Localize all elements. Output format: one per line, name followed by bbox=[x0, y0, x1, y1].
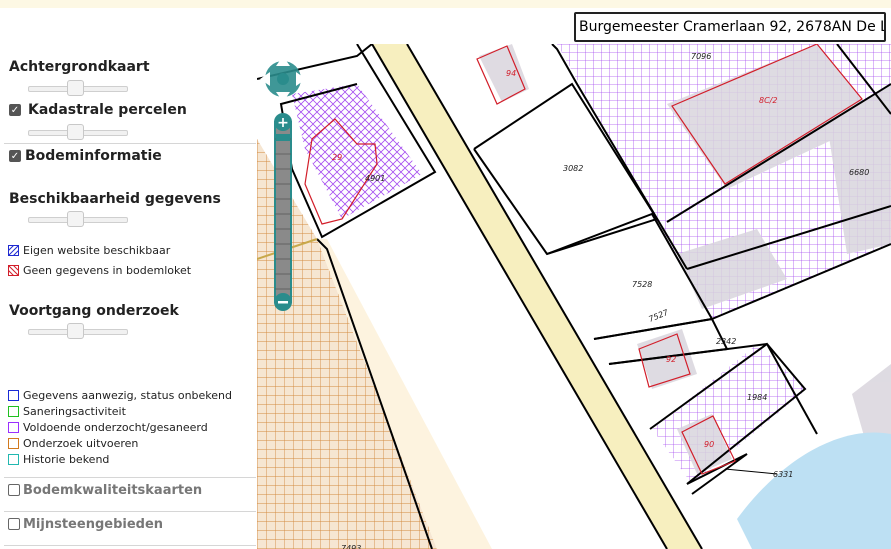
mijnsteen-title: Mijnsteengebieden bbox=[23, 517, 164, 532]
legend-label: Geen gegevens in bodemloket bbox=[23, 264, 192, 277]
divider bbox=[4, 511, 256, 512]
parcel-label: 94 bbox=[506, 69, 516, 78]
divider bbox=[4, 545, 256, 546]
parcel-label: 90 bbox=[704, 440, 714, 449]
divider bbox=[4, 143, 256, 144]
green-square-swatch-icon bbox=[8, 406, 19, 417]
legend-label: Onderzoek uitvoeren bbox=[23, 437, 139, 450]
beschikbaarheid-title: Beschikbaarheid gegevens bbox=[9, 191, 221, 207]
bodeminformatie-title: Bodeminformatie bbox=[25, 148, 162, 164]
bodeminformatie-checkbox[interactable]: ✓ bbox=[9, 150, 21, 162]
bodemkwaliteit-checkbox[interactable] bbox=[8, 484, 20, 496]
parcel-label: 7528 bbox=[632, 280, 652, 289]
legend-label: Historie bekend bbox=[23, 453, 110, 466]
achtergrondkaart-opacity-slider[interactable] bbox=[28, 80, 128, 96]
legend-label: Voldoende onderzocht/gesaneerd bbox=[23, 421, 208, 434]
minus-icon bbox=[278, 301, 288, 304]
parcel-label: 1984 bbox=[747, 393, 767, 402]
red-hatch-swatch-icon bbox=[8, 265, 19, 276]
slider-thumb[interactable] bbox=[67, 211, 84, 227]
kadastrale-opacity-slider[interactable] bbox=[28, 124, 128, 140]
address-search-input[interactable] bbox=[574, 12, 886, 42]
map-view[interactable]: 94 7096 8C/2 29 4901 3082 6680 7528 7527… bbox=[257, 44, 891, 549]
parcel-label: 3082 bbox=[563, 164, 583, 173]
parcel-label: 92 bbox=[666, 355, 676, 364]
divider bbox=[4, 477, 256, 478]
parcel-label: 6680 bbox=[849, 168, 869, 177]
parcel-label: 8C/2 bbox=[759, 96, 777, 105]
legend-label: Eigen website beschikbaar bbox=[23, 244, 171, 257]
bodemkwaliteit-title: Bodemkwaliteitskaarten bbox=[23, 483, 203, 498]
voortgang-opacity-slider[interactable] bbox=[28, 323, 128, 339]
plus-icon: + bbox=[277, 115, 289, 131]
teal-square-swatch-icon bbox=[8, 454, 19, 465]
top-bar bbox=[0, 0, 891, 8]
purple-square-swatch-icon bbox=[8, 422, 19, 433]
mijnsteen-checkbox[interactable] bbox=[8, 518, 20, 530]
zoom-slider-handle[interactable] bbox=[276, 134, 290, 141]
kadastrale-checkbox[interactable]: ✓ bbox=[9, 104, 21, 116]
orange-square-swatch-icon bbox=[8, 438, 19, 449]
slider-thumb[interactable] bbox=[67, 80, 84, 96]
parcel-label: 4901 bbox=[365, 174, 385, 183]
legend-label: Saneringsactiviteit bbox=[23, 405, 126, 418]
beschikbaarheid-opacity-slider[interactable] bbox=[28, 211, 128, 227]
achtergrondkaart-title: Achtergrondkaart bbox=[9, 59, 150, 75]
parcel-label: 7493 bbox=[341, 544, 361, 549]
blue-hatch-swatch-icon bbox=[8, 245, 19, 256]
blue-square-swatch-icon bbox=[8, 390, 19, 401]
parcel-label: 6331 bbox=[773, 470, 793, 479]
voortgang-title: Voortgang onderzoek bbox=[9, 303, 179, 319]
legend-label: Gegevens aanwezig, status onbekend bbox=[23, 389, 232, 402]
kadastrale-title: Kadastrale percelen bbox=[28, 102, 187, 118]
map-canvas[interactable]: 94 7096 8C/2 29 4901 3082 6680 7528 7527… bbox=[257, 44, 891, 549]
layer-sidebar: Achtergrondkaart ✓ Kadastrale percelen ✓… bbox=[0, 44, 257, 549]
slider-thumb[interactable] bbox=[67, 124, 84, 140]
zoom-control[interactable]: + bbox=[274, 113, 292, 311]
parcel-label: 2342 bbox=[716, 337, 736, 346]
slider-thumb[interactable] bbox=[67, 323, 84, 339]
parcel-label: 7096 bbox=[691, 52, 711, 61]
parcel-label: 29 bbox=[332, 153, 342, 162]
